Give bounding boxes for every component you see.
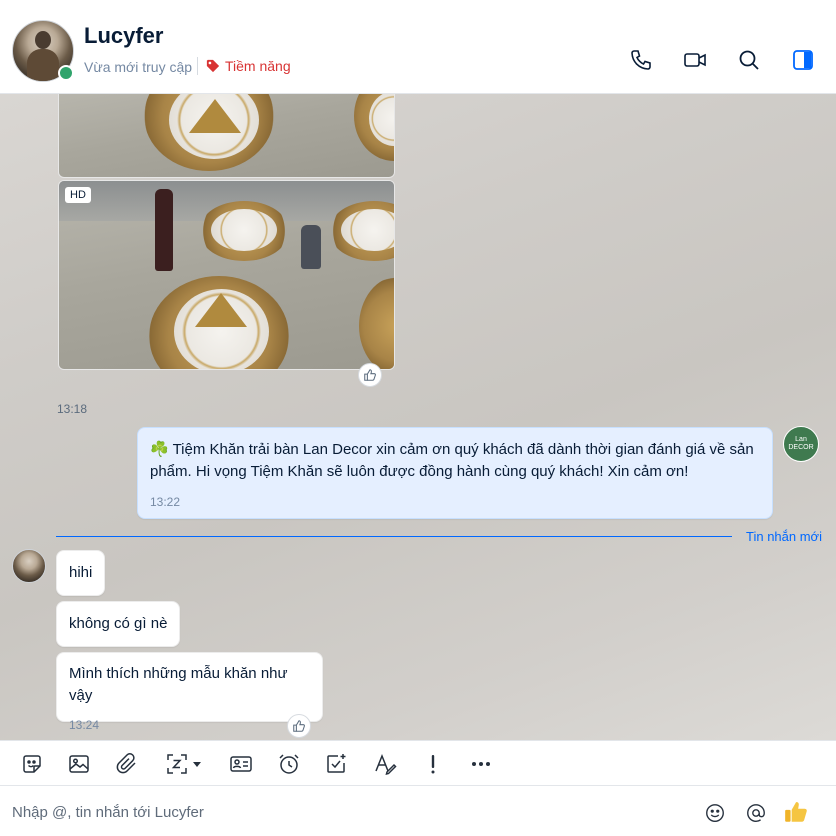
shop-avatar[interactable]: Lan DECOR <box>783 426 819 462</box>
format-text-button[interactable] <box>372 751 398 777</box>
message-text: hihi <box>69 564 93 581</box>
reminder-icon <box>279 754 299 774</box>
label-tag-text: Tiềm năng <box>225 58 291 74</box>
message-text: Mình thích những mẫu khăn như vậy <box>69 665 288 704</box>
chat-header: Lucyfer Vừa mới truy cập Tiềm năng <box>0 0 836 94</box>
call-button[interactable] <box>626 45 656 75</box>
more-options-button[interactable] <box>468 751 494 777</box>
reminder-button[interactable] <box>276 751 302 777</box>
image-button[interactable] <box>66 751 92 777</box>
sidebar-toggle-icon <box>793 50 813 70</box>
emoji-button[interactable] <box>703 801 727 825</box>
emoji-icon <box>706 804 724 822</box>
sticker-button[interactable] <box>19 751 45 777</box>
outgoing-message[interactable]: ☘️ Tiệm Khăn trải bàn Lan Decor xin cảm … <box>137 427 773 519</box>
shared-photo[interactable] <box>58 94 395 178</box>
message-list[interactable]: HD 13:18 ☘️ Tiệm Khăn trải bàn Lan Decor… <box>0 94 836 740</box>
contact-card-icon <box>230 756 252 772</box>
label-tag[interactable]: Tiềm năng <box>206 58 291 74</box>
sender-avatar[interactable] <box>12 549 46 583</box>
chevron-down-icon <box>193 762 201 767</box>
message-time: 13:24 <box>69 718 100 732</box>
urgent-icon <box>431 755 435 774</box>
attach-file-button[interactable] <box>114 751 140 777</box>
mark-urgent-button[interactable] <box>420 751 446 777</box>
shared-photo-hd[interactable]: HD <box>58 180 395 370</box>
search-button[interactable] <box>734 45 764 75</box>
message-time: 13:22 <box>150 495 181 509</box>
like-icon <box>364 369 376 381</box>
task-icon <box>327 754 346 773</box>
sidebar-toggle-button[interactable] <box>788 45 818 75</box>
message-input[interactable] <box>0 797 680 827</box>
assign-task-button[interactable] <box>323 751 349 777</box>
video-call-icon <box>684 53 706 67</box>
mention-icon <box>747 804 765 822</box>
composer-toolbar <box>0 740 836 786</box>
more-icon <box>472 762 490 766</box>
sticker-icon <box>23 755 41 773</box>
shop-avatar-text: Lan DECOR <box>788 436 814 451</box>
message-text: ☘️ Tiệm Khăn trải bàn Lan Decor xin cảm … <box>150 441 754 480</box>
incoming-message[interactable]: hihi <box>56 550 106 596</box>
photo-react-button[interactable] <box>358 363 382 387</box>
online-status-dot <box>58 65 74 81</box>
last-seen-status: Vừa mới truy cập <box>84 59 193 75</box>
format-text-icon <box>375 753 397 776</box>
message-time: 13:18 <box>57 402 88 416</box>
message-text: không có gì nè <box>69 615 168 632</box>
attachment-icon <box>116 753 136 774</box>
new-messages-label: Tin nhắn mới <box>746 529 822 544</box>
send-contact-card-button[interactable] <box>228 751 254 777</box>
incoming-message[interactable]: không có gì nè <box>56 601 181 647</box>
tag-icon <box>206 59 220 73</box>
contact-avatar[interactable] <box>12 20 74 82</box>
image-icon <box>69 755 89 773</box>
screenshot-button[interactable] <box>162 751 206 777</box>
search-icon <box>739 50 759 70</box>
like-icon <box>293 720 305 732</box>
screenshot-icon <box>167 754 187 774</box>
thumbs-up-icon <box>785 802 807 822</box>
video-call-button[interactable] <box>680 45 710 75</box>
incoming-message[interactable]: Mình thích những mẫu khăn như vậy 13:24 <box>56 652 323 732</box>
hd-badge: HD <box>65 187 91 203</box>
phone-icon <box>631 50 651 70</box>
mention-button[interactable] <box>744 801 768 825</box>
message-composer <box>0 787 836 836</box>
message-react-button[interactable] <box>287 714 311 738</box>
status-divider <box>197 57 198 75</box>
contact-name[interactable]: Lucyfer <box>84 23 163 49</box>
new-messages-divider <box>56 536 732 537</box>
quick-like-button[interactable] <box>783 799 809 825</box>
